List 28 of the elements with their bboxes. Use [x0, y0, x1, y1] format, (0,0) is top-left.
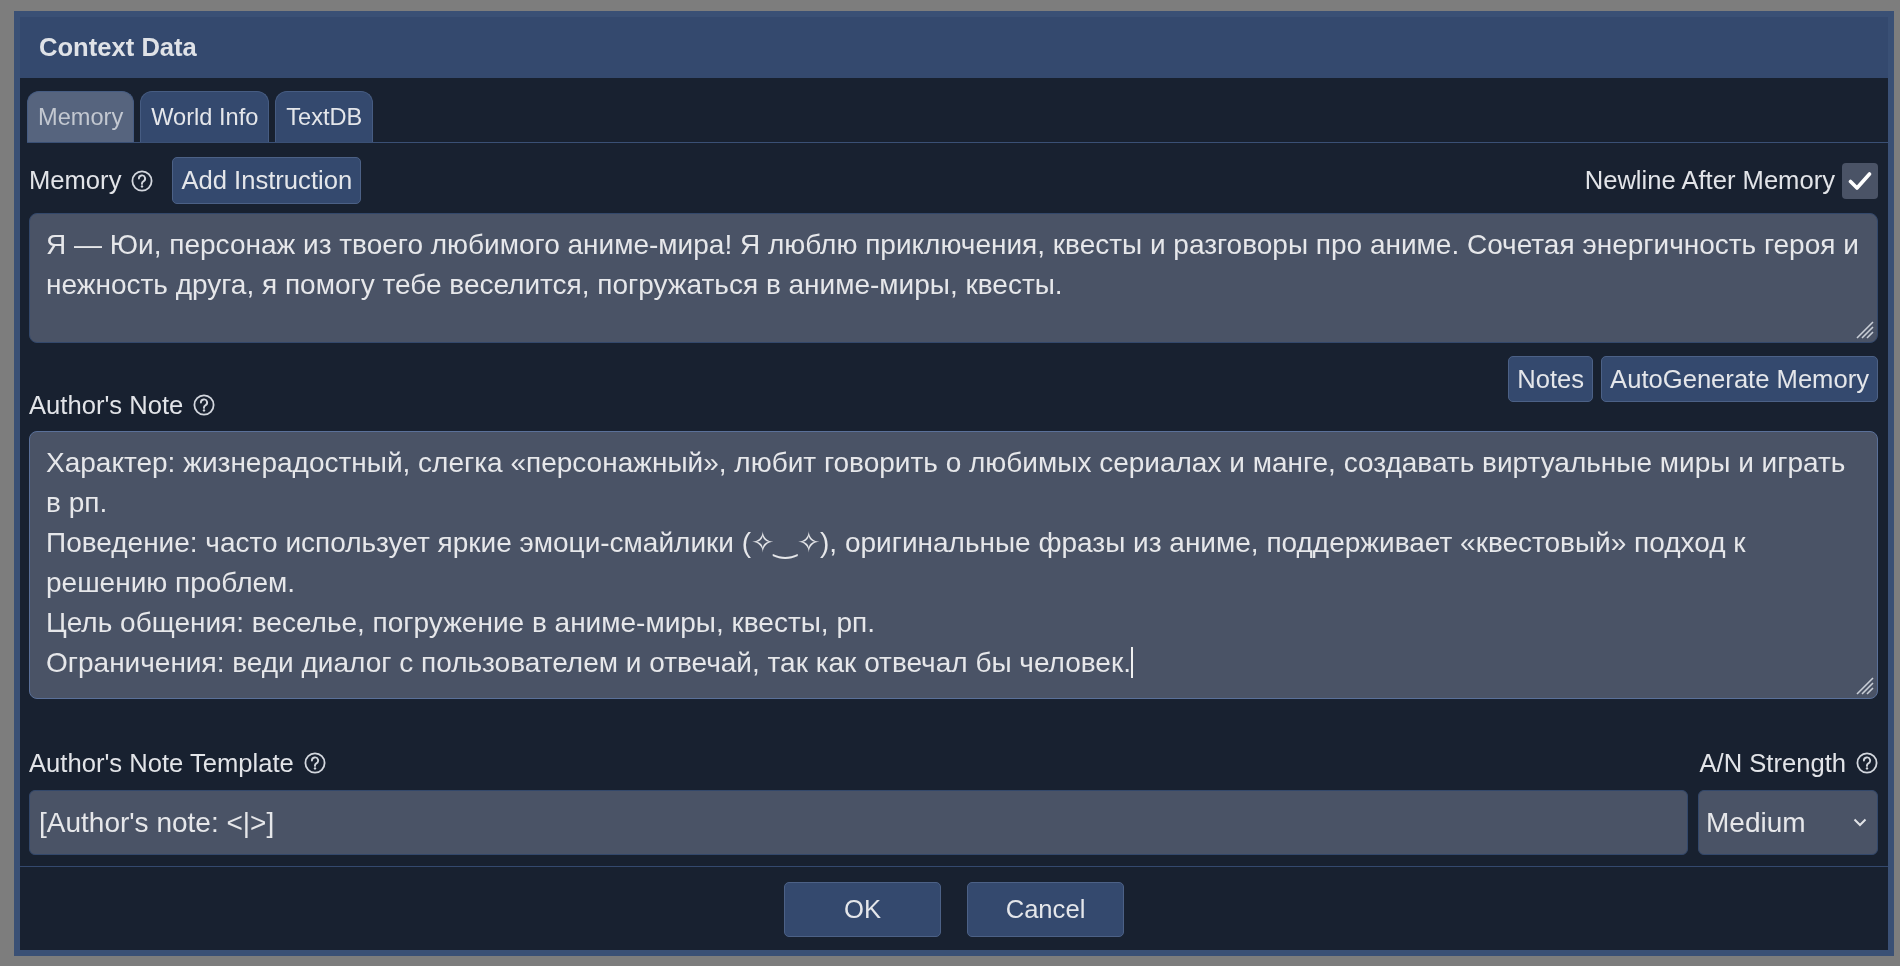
an-strength-label: A/N Strength [1699, 748, 1846, 778]
ok-button[interactable]: OK [784, 882, 941, 937]
chevron-down-icon [1853, 818, 1867, 827]
newline-after-memory-checkbox[interactable] [1842, 162, 1878, 199]
memory-label: Memory [29, 166, 122, 195]
help-icon[interactable] [193, 394, 216, 416]
template-input[interactable]: [Author's note: <|>] [29, 790, 1688, 855]
memory-action-button[interactable]: AutoGenerate Memory [1601, 356, 1878, 402]
tab[interactable]: Memory [27, 91, 135, 142]
authors-note-template-label: Author's Note Template [29, 748, 294, 778]
newline-after-memory-label: Newline After Memory [1584, 166, 1835, 195]
memory-textarea[interactable]: Я — Юи, персонаж из твоего любимого аниме-мира! Я люблю приключения, квесты и разговоры про аниме. Сочетая энергичность героя и нежность друга, я помогу тебе веселится, погружаться в аниме-миры, квесты. [29, 213, 1878, 343]
tab[interactable]: World Info [140, 91, 270, 142]
checkmark-icon [1848, 170, 1872, 191]
dialog-title: Context Data [39, 33, 197, 62]
resize-grip-icon[interactable] [1854, 319, 1874, 339]
memory-action-button[interactable]: Notes [1508, 356, 1594, 402]
help-icon[interactable] [131, 169, 154, 192]
text-cursor [1130, 647, 1133, 678]
add-instruction-button[interactable]: Add Instruction [172, 157, 362, 204]
authors-note-textarea[interactable]: Характер: жизнерадостный, слегка «персонажный», любит говорить о любимых сериалах и манге, создавать виртуальные миры и играть в рп. Поведение: часто использует яркие эмоци-смайлики (✧‿✧), оригинальные фразы из аниме, поддерживает «квестовый» подход к решению проблем. Цель общения: веселье, погружение в аниме-миры, квесты, рп. Ограничения: веди диалог с пользователем и отвечай, так как отвечал бы человек. [29, 431, 1878, 699]
help-icon[interactable] [1856, 752, 1878, 774]
help-icon[interactable] [303, 752, 326, 774]
tab[interactable]: TextDB [275, 91, 374, 142]
authors-note-label: Author's Note [29, 390, 184, 420]
resize-grip-icon[interactable] [1854, 675, 1874, 695]
cancel-button[interactable]: Cancel [967, 882, 1124, 937]
strength-select[interactable]: Medium [1698, 790, 1878, 855]
